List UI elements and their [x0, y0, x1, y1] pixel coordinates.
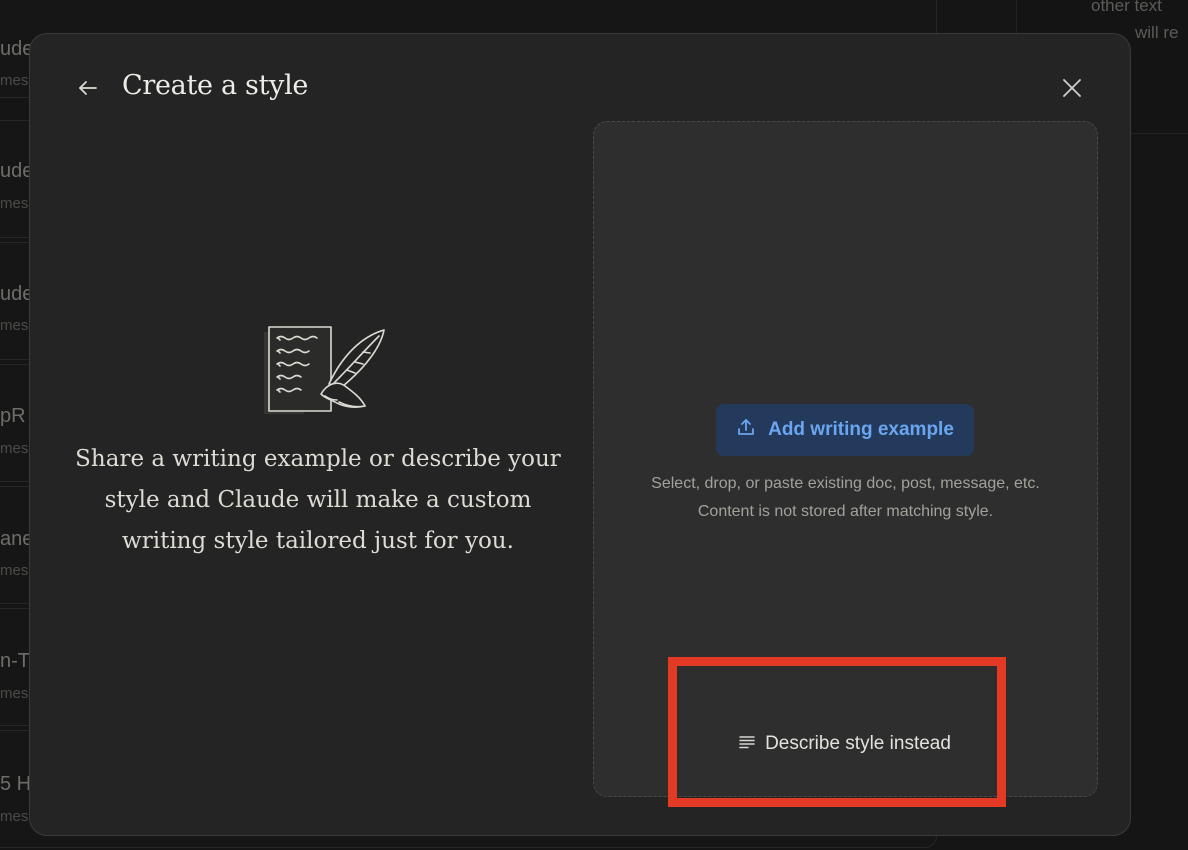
describe-style-button[interactable]: Describe style instead	[720, 726, 970, 762]
upload-icon	[736, 417, 756, 443]
background-item-subtitle: mes	[0, 685, 29, 702]
close-icon	[1061, 77, 1083, 104]
background-item-subtitle: mes	[0, 317, 29, 334]
text-lines-icon	[739, 733, 755, 755]
background-panel-text: other text	[1091, 0, 1162, 15]
background-item-subtitle: mes	[0, 562, 29, 579]
add-writing-example-button[interactable]: Add writing example	[716, 404, 974, 456]
dropzone-note: Content is not stored after matching sty…	[697, 503, 994, 520]
close-button[interactable]	[1056, 74, 1088, 106]
background-item-subtitle: mes	[0, 808, 29, 825]
add-writing-example-label: Add writing example	[768, 419, 954, 440]
background-item-subtitle: mes	[0, 72, 29, 89]
create-style-dialog: Create a style Share a writing example o…	[29, 33, 1131, 836]
intro-text: Share a writing example or describe your…	[75, 446, 561, 554]
background-item-subtitle: mes	[0, 440, 29, 457]
back-button[interactable]	[72, 74, 104, 106]
document-quill-illustration	[263, 324, 387, 416]
dropzone-hint: Select, drop, or paste existing doc, pos…	[651, 475, 1040, 492]
background-panel-text: will re	[1135, 23, 1179, 42]
background-item-title: 5 H	[0, 773, 32, 795]
writing-example-dropzone[interactable]: Add writing example Select, drop, or pas…	[593, 121, 1098, 797]
background-item-subtitle: mes	[0, 195, 29, 212]
background-item-title: pR	[0, 405, 26, 427]
arrow-left-icon	[76, 76, 100, 105]
background-item-title: n-T	[0, 650, 30, 672]
dialog-title: Create a style	[122, 70, 309, 101]
describe-style-label: Describe style instead	[765, 733, 951, 754]
